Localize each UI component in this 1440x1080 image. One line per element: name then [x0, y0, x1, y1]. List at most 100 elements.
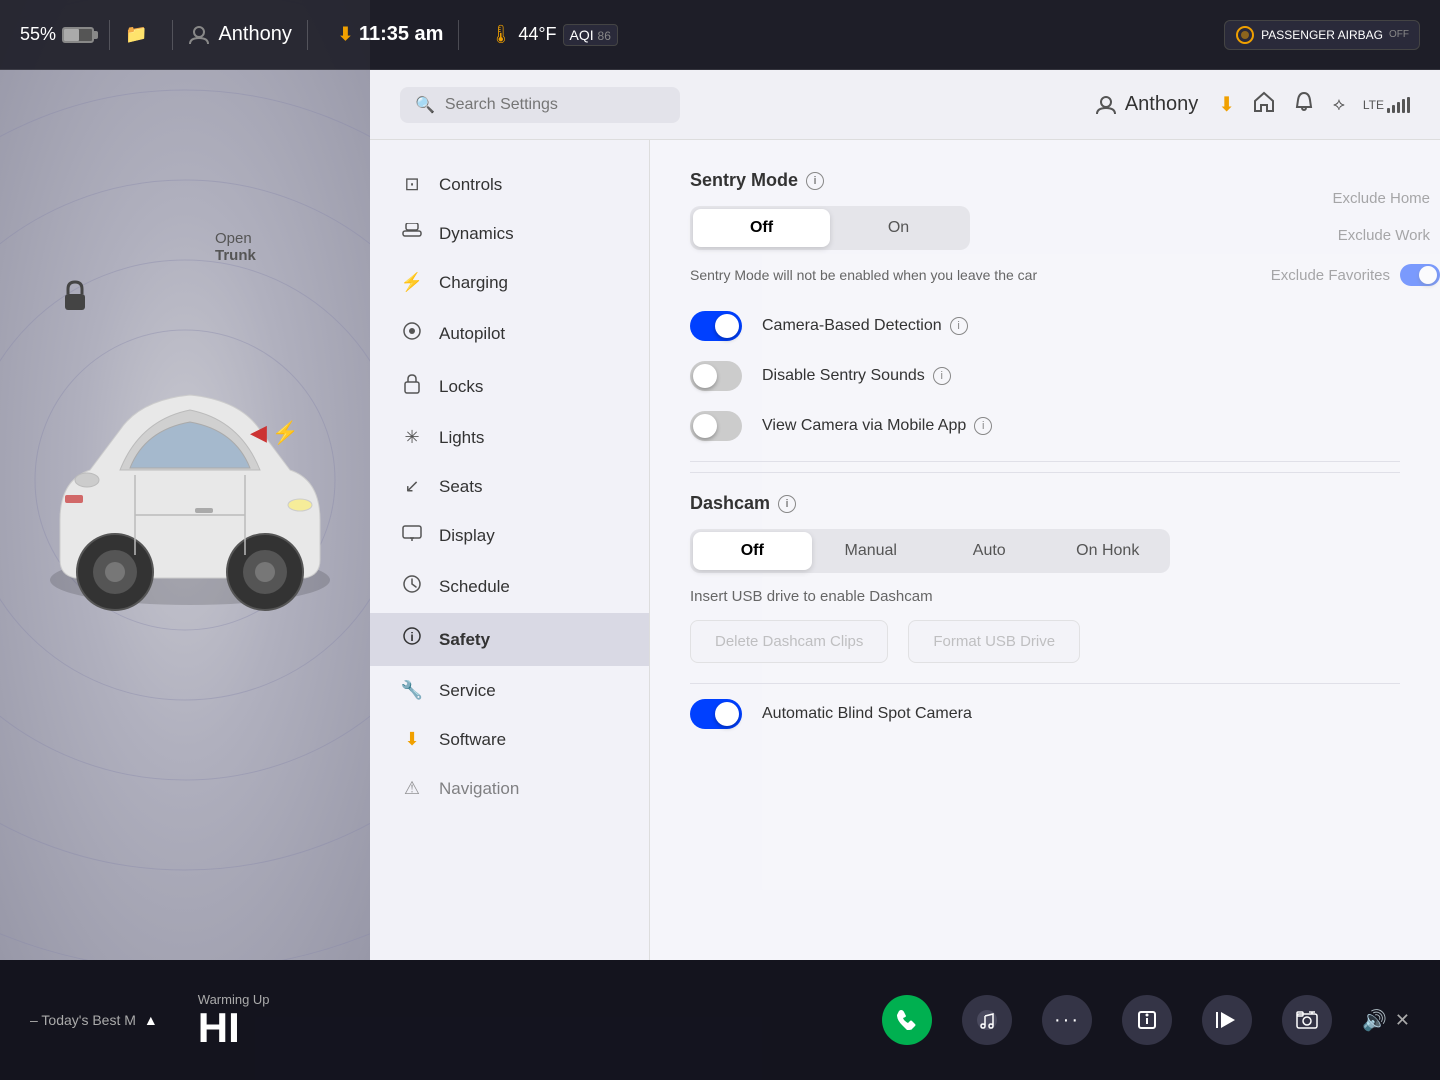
view-camera-label: View Camera via Mobile App i	[762, 417, 992, 435]
header-user-section: Anthony ⬇ ⟡ LTE	[1095, 91, 1410, 119]
schedule-label: Schedule	[439, 577, 510, 597]
disable-sounds-label: Disable Sentry Sounds i	[762, 367, 951, 385]
open-trunk-label[interactable]: Open Trunk	[215, 230, 256, 264]
download-icon: ⬇	[338, 24, 353, 45]
camera-detection-toggle[interactable]	[690, 311, 742, 341]
disable-sounds-row: Disable Sentry Sounds i	[690, 361, 1400, 391]
taskbar-temp-section: Warming Up HI	[198, 992, 270, 1049]
status-username: Anthony	[218, 23, 291, 46]
nav-item-navigation[interactable]: ⚠ Navigation	[370, 764, 649, 813]
schedule-icon	[400, 574, 424, 599]
dashcam-toggle-group[interactable]: Off Manual Auto On Honk	[690, 529, 1170, 573]
nav-item-locks[interactable]: Locks	[370, 360, 649, 413]
info-icon[interactable]	[1122, 995, 1172, 1045]
aqi-value: 86	[598, 29, 611, 43]
dashcam-on-honk-btn[interactable]: On Honk	[1049, 532, 1168, 570]
battery-indicator: 55%	[20, 24, 94, 45]
nav-item-seats[interactable]: ↙ Seats	[370, 462, 649, 511]
nav-item-lights[interactable]: ✳ Lights	[370, 413, 649, 462]
search-icon: 🔍	[415, 95, 435, 115]
dashcam-actions: Delete Dashcam Clips Format USB Drive	[690, 620, 1400, 663]
dashcam-auto-btn[interactable]: Auto	[930, 532, 1049, 570]
display-icon	[400, 525, 424, 546]
search-input[interactable]	[445, 96, 665, 114]
nav-item-controls[interactable]: ⊡ Controls	[370, 160, 649, 209]
locks-label: Locks	[439, 377, 483, 397]
download-header-icon[interactable]: ⬇	[1218, 92, 1235, 117]
bluetooth-icon[interactable]: ⟡	[1333, 94, 1345, 115]
nav-item-software[interactable]: ⬇ Software	[370, 715, 649, 764]
controls-icon: ⊡	[400, 174, 424, 195]
sentry-mode-toggle-group[interactable]: Off On	[690, 206, 970, 250]
blind-spot-label: Automatic Blind Spot Camera	[762, 705, 972, 723]
delete-clips-btn[interactable]: Delete Dashcam Clips	[690, 620, 888, 663]
aqi-badge: AQI 86	[563, 24, 618, 46]
dashcam-manual-btn[interactable]: Manual	[812, 532, 931, 570]
phone-icon[interactable]	[882, 995, 932, 1045]
header-username: Anthony	[1095, 93, 1198, 116]
exclude-favorites-toggle[interactable]	[1400, 264, 1440, 286]
camera-detection-info-icon[interactable]: i	[950, 317, 968, 335]
view-camera-info-icon[interactable]: i	[974, 417, 992, 435]
status-bar: 55% 📁 Anthony ⬇ 11:35 am 🌡 44°F AQI 86	[0, 0, 1440, 70]
seats-label: Seats	[439, 477, 482, 497]
lights-label: Lights	[439, 428, 484, 448]
nav-item-display[interactable]: Display	[370, 511, 649, 560]
software-icon: ⬇	[400, 729, 424, 750]
format-usb-btn[interactable]: Format USB Drive	[908, 620, 1080, 663]
search-box[interactable]: 🔍	[400, 87, 680, 123]
charging-nav-icon: ⚡	[400, 272, 424, 293]
scroll-up-icon: ▲	[144, 1012, 158, 1028]
lte-signal-indicator: LTE	[1363, 97, 1410, 113]
navigation-icon: ⚠	[400, 778, 424, 799]
home-icon[interactable]	[1253, 91, 1275, 119]
nav-item-safety[interactable]: i Safety	[370, 613, 649, 666]
play-icon[interactable]	[1202, 995, 1252, 1045]
lte-label: LTE	[1363, 98, 1384, 112]
mute-icon[interactable]: ✕	[1395, 1010, 1410, 1031]
dashcam-info-icon[interactable]: i	[778, 495, 796, 513]
battery-icon	[62, 27, 94, 43]
dashcam-off-btn[interactable]: Off	[693, 532, 812, 570]
sentry-off-btn[interactable]: Off	[693, 209, 830, 247]
nav-item-charging[interactable]: ⚡ Charging	[370, 258, 649, 307]
blind-spot-row: Automatic Blind Spot Camera	[690, 683, 1400, 729]
charging-icons: ◀ ⚡	[250, 420, 299, 446]
disable-sounds-info-icon[interactable]: i	[933, 367, 951, 385]
status-user[interactable]: Anthony	[188, 23, 291, 46]
settings-panel: 🔍 Anthony ⬇	[370, 70, 1440, 960]
airbag-label: PASSENGER AIRBAG	[1261, 28, 1383, 42]
disable-sounds-toggle[interactable]	[690, 361, 742, 391]
blind-spot-toggle[interactable]	[690, 699, 742, 729]
section-divider	[690, 461, 1400, 462]
exclude-home-option: Exclude Home	[1271, 190, 1440, 207]
bell-icon[interactable]	[1293, 91, 1315, 119]
svg-text:i: i	[410, 630, 413, 644]
taskbar-icons: ···	[882, 995, 1332, 1045]
nav-item-dynamics[interactable]: Dynamics	[370, 209, 649, 258]
view-camera-toggle[interactable]	[690, 411, 742, 441]
exclude-work-option: Exclude Work	[1271, 227, 1440, 244]
sentry-mode-info-icon[interactable]: i	[806, 172, 824, 190]
camera-detection-label-text: Camera-Based Detection	[762, 317, 942, 335]
locks-icon	[400, 374, 424, 399]
status-time: ⬇ 11:35 am	[338, 23, 444, 46]
volume-control[interactable]: 🔊 ✕	[1362, 1008, 1410, 1033]
lock-icon	[60, 280, 90, 322]
nav-item-schedule[interactable]: Schedule	[370, 560, 649, 613]
dashcam-title-text: Dashcam	[690, 493, 770, 514]
more-options-icon[interactable]: ···	[1042, 995, 1092, 1045]
sentry-on-btn[interactable]: On	[830, 209, 967, 247]
status-right-section: PASSENGER AIRBAG OFF	[1224, 20, 1420, 50]
autopilot-icon	[400, 321, 424, 346]
exclude-favorites-option: Exclude Favorites	[1271, 264, 1440, 286]
taskbar: – Today's Best M ▲ Warming Up HI ··· 🔊 ✕	[0, 960, 1440, 1080]
view-camera-label-text: View Camera via Mobile App	[762, 417, 966, 435]
service-label: Service	[439, 681, 496, 701]
nav-item-service[interactable]: 🔧 Service	[370, 666, 649, 715]
nav-item-autopilot[interactable]: Autopilot	[370, 307, 649, 360]
camera-taskbar-icon[interactable]	[1282, 995, 1332, 1045]
taskbar-media-label: – Today's Best M	[30, 1012, 136, 1028]
music-icon[interactable]	[962, 995, 1012, 1045]
lights-icon: ✳	[400, 427, 424, 448]
